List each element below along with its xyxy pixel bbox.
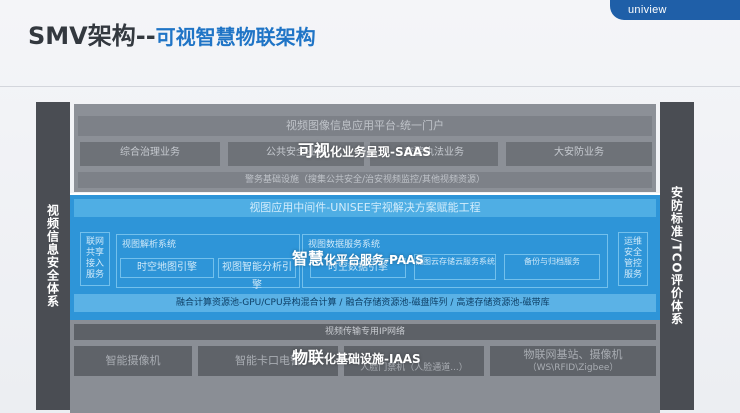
saas-app-box: 综合治理业务 xyxy=(80,142,220,166)
paas-overlay-rest: 化平台服务-PAAS xyxy=(324,253,424,267)
paas-ops-service: 运维 安全 管控 服务 xyxy=(618,232,648,286)
standards-label: 安防标准/TCO评价体系 xyxy=(669,186,684,326)
saas-infra-bar: 警务基础设施（搜集公共安全/治安视频监控/其他视频资源） xyxy=(78,172,652,188)
iaas-overlay-rest: 化基础设施-IAAS xyxy=(324,352,421,366)
security-system-column: 视频信息安全体系 xyxy=(36,102,70,410)
paas-left-line: 服务 xyxy=(85,270,104,280)
iaas-device-box: 智能摄像机 xyxy=(74,346,192,376)
paas-resource-pool-bar: 融合计算资源池-GPU/CPU异构混合计算 / 融合存储资源池-磁盘阵列 / 高… xyxy=(74,294,656,312)
saas-app-box: 大安防业务 xyxy=(506,142,652,166)
paas-middleware-bar: 视图应用中间件-UNISEE宇视解决方案赋能工程 xyxy=(74,199,656,217)
saas-portal-bar: 视频图像信息应用平台-统一门户 xyxy=(78,116,652,136)
saas-overlay-label: 可视化业务呈现-SAAS xyxy=(298,137,431,161)
title-main: SMV架构 xyxy=(28,22,136,50)
iaas-device-title: 物联网基站、摄像机 xyxy=(523,348,623,361)
paas-engine-box: 时空地图引擎 xyxy=(120,258,214,278)
title-divider xyxy=(0,86,740,87)
iaas-device-note: （WS\RFID\Zigbee） xyxy=(527,363,619,373)
standards-column: 安防标准/TCO评价体系 xyxy=(660,102,694,410)
paas-overlay-label: 智慧化平台服务-PAAS xyxy=(292,245,424,269)
paas-right-line: 运维 xyxy=(623,237,642,247)
paas-right-line: 服务 xyxy=(623,270,642,280)
saas-overlay-main: 可视 xyxy=(298,141,331,160)
iaas-device-box: 物联网基站、摄像机 （WS\RFID\Zigbee） xyxy=(490,346,656,376)
paas-left-line: 共享 xyxy=(85,248,104,258)
title-dash: -- xyxy=(135,22,156,50)
page-title: SMV架构--可视智慧物联架构 xyxy=(28,16,316,51)
paas-group1-title: 视图解析系统 xyxy=(122,240,177,250)
brand-logo: uniview xyxy=(610,0,740,20)
iaas-overlay-label: 物联化基础设施-IAAS xyxy=(292,344,421,368)
paas-engine-box: 备份与归档服务 xyxy=(504,254,600,280)
title-subtitle: 可视智慧物联架构 xyxy=(155,25,316,49)
iaas-network-bar: 视频传输专用IP网络 xyxy=(74,324,656,340)
paas-right-line: 安全 xyxy=(623,248,642,258)
paas-left-line: 接入 xyxy=(85,259,104,269)
security-system-label: 视频信息安全体系 xyxy=(45,204,60,308)
paas-right-line: 管控 xyxy=(623,259,642,269)
paas-overlay-main: 智慧 xyxy=(292,249,325,268)
iaas-overlay-main: 物联 xyxy=(292,348,325,367)
saas-overlay-rest: 化业务呈现-SAAS xyxy=(330,145,431,159)
paas-left-line: 联网 xyxy=(85,237,104,247)
paas-engine-box: 视图云存储云服务系统 xyxy=(414,254,496,280)
paas-network-service: 联网 共享 接入 服务 xyxy=(80,232,110,286)
paas-engine-box: 视图智能分析引擎 xyxy=(218,258,296,291)
